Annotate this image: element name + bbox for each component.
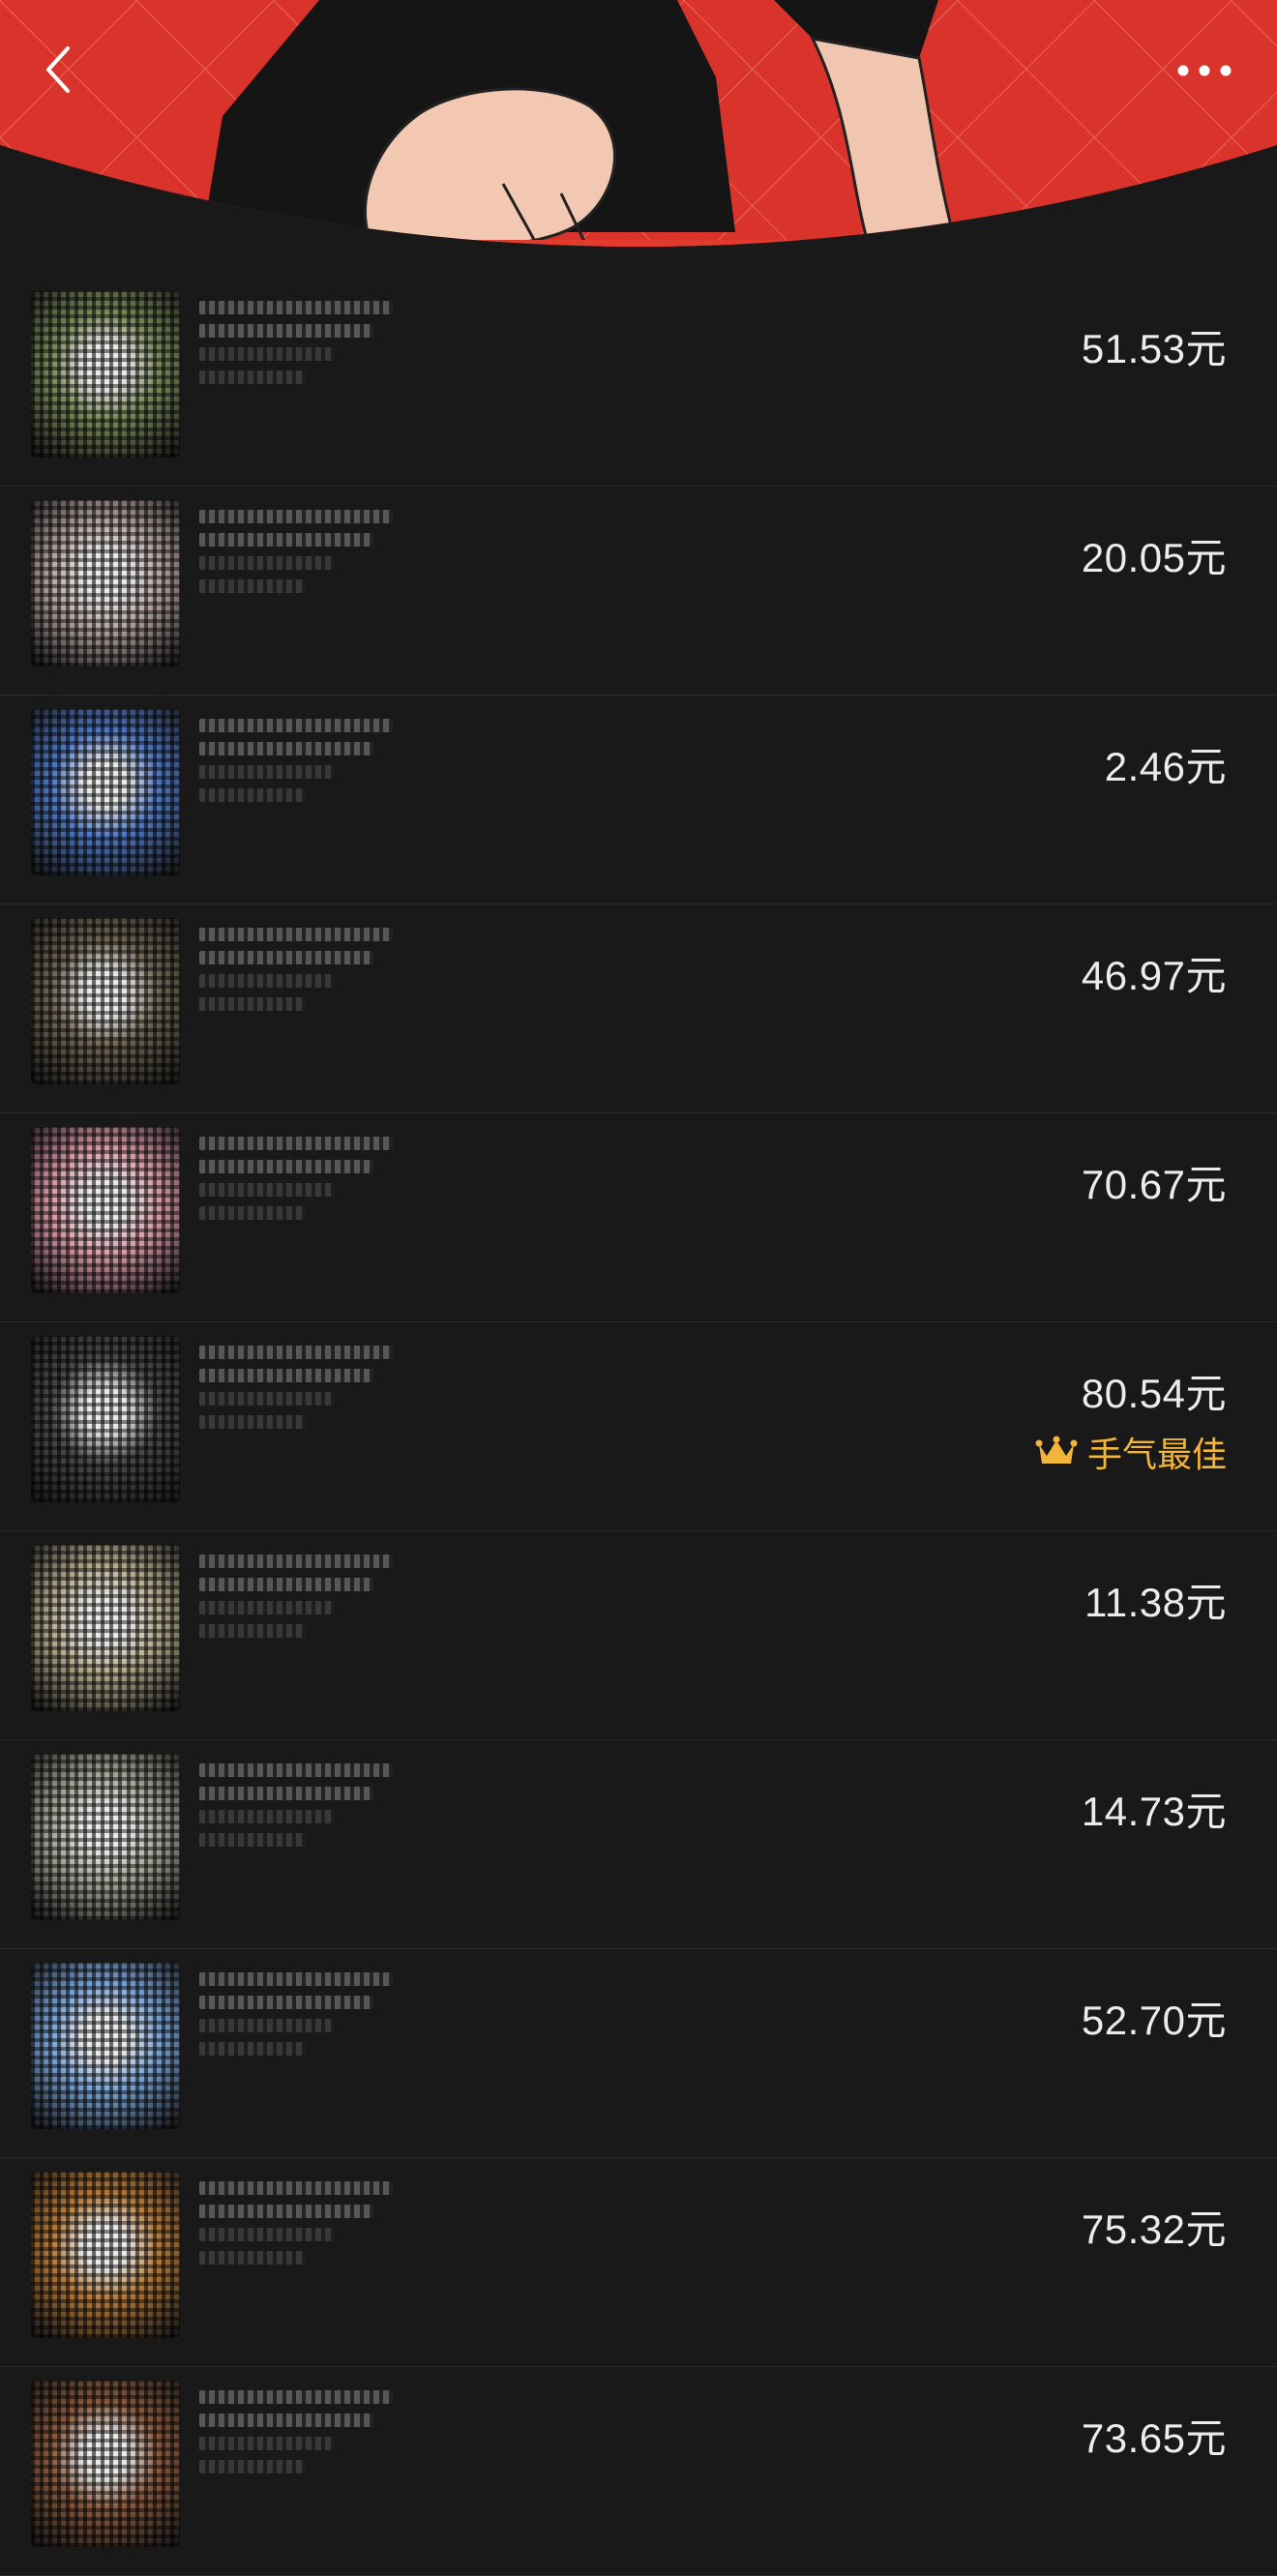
nickname-blur-line [199,1137,393,1150]
avatar[interactable] [31,291,180,458]
amount-text: 70.67元 [1081,1162,1227,1207]
cover-illustration [0,0,1277,271]
avatar[interactable] [31,709,180,875]
nickname-blur-line [199,1787,373,1800]
amount-text: 11.38元 [1084,1580,1227,1625]
nickname-blur-line [199,2251,306,2265]
nickname-blur-line [199,1601,335,1614]
record-row[interactable]: 51.53元 [0,278,1277,487]
chevron-left-icon [29,35,91,104]
nickname-blur-line [199,2019,335,2032]
nickname-blur-line [199,2042,306,2056]
best-luck-badge: 手气最佳 [1035,1427,1227,1477]
avatar[interactable] [31,500,180,666]
avatar[interactable] [31,1336,180,1502]
amount-text: 51.53元 [1081,326,1227,371]
amount-text: 80.54元 [1081,1371,1227,1416]
nickname-redacted [199,2390,402,2483]
record-row[interactable]: 52.70元 [0,1949,1277,2158]
best-luck-label: 手气最佳 [1086,1435,1227,1474]
record-row[interactable]: 11.38元 [0,1531,1277,1740]
nickname-blur-line [199,1578,373,1591]
nickname-blur-line [199,997,306,1011]
cover-header [0,0,1277,271]
nickname-blur-line [199,1810,335,1823]
red-packet-record-list: 51.53元 20.05元 2.46元 46.97元 70.67元 80.54元手气最佳 1… [0,278,1277,2576]
nickname-blur-line [199,324,373,338]
amount-text: 14.73元 [1081,1789,1227,1834]
nickname-blur-line [199,1624,306,1638]
nickname-blur-line [199,974,335,988]
nickname-blur-line [199,2437,335,2450]
nickname-blur-line [199,579,306,593]
nickname-blur-line [199,1972,393,1986]
record-row[interactable]: 20.05元 [0,487,1277,696]
nickname-blur-line [199,510,393,523]
nickname-redacted [199,1346,402,1438]
nickname-redacted [199,1763,402,1856]
nickname-blur-line [199,719,393,732]
avatar[interactable] [31,1127,180,1293]
record-row[interactable]: 73.65元 [0,2367,1277,2576]
nickname-blur-line [199,1554,393,1568]
nickname-blur-line [199,742,373,755]
nickname-blur-line [199,533,373,547]
nickname-blur-line [199,1160,373,1173]
nickname-blur-line [199,1346,393,1359]
nickname-blur-line [199,1763,393,1777]
more-dots-icon [1171,46,1238,95]
nickname-blur-line [199,928,393,941]
nickname-blur-line [199,1996,373,2009]
more-button[interactable] [1171,46,1238,95]
nickname-redacted [199,510,402,603]
record-row[interactable]: 14.73元 [0,1740,1277,1949]
nickname-blur-line [199,2181,393,2195]
nickname-blur-line [199,1392,335,1406]
nickname-redacted [199,301,402,394]
amount-text: 52.70元 [1081,1998,1227,2043]
nickname-blur-line [199,2228,335,2241]
avatar[interactable] [31,1754,180,1920]
record-row[interactable]: 46.97元 [0,904,1277,1113]
amount-text: 75.32元 [1081,2206,1227,2252]
avatar[interactable] [31,2381,180,2547]
record-row[interactable]: 80.54元手气最佳 [0,1322,1277,1531]
nickname-blur-line [199,1206,306,1220]
nickname-blur-line [199,370,306,384]
nickname-blur-line [199,301,393,314]
record-row[interactable]: 70.67元 [0,1113,1277,1322]
nickname-redacted [199,1137,402,1229]
nickname-redacted [199,2181,402,2274]
nickname-redacted [199,928,402,1021]
amount-text: 73.65元 [1081,2415,1227,2461]
nickname-blur-line [199,951,373,964]
nickname-blur-line [199,2460,306,2473]
back-button[interactable] [29,35,91,104]
nickname-blur-line [199,1415,306,1429]
nickname-blur-line [199,2390,393,2404]
amount-text: 2.46元 [1104,744,1227,789]
nickname-blur-line [199,788,306,802]
nickname-blur-line [199,556,335,570]
avatar[interactable] [31,1545,180,1711]
nickname-blur-line [199,1183,335,1197]
avatar[interactable] [31,2172,180,2338]
crown-icon [1035,1435,1078,1469]
nickname-redacted [199,1972,402,2065]
nickname-blur-line [199,347,335,361]
nickname-blur-line [199,1369,373,1382]
nickname-blur-line [199,1833,306,1847]
amount-text: 20.05元 [1081,535,1227,580]
nickname-blur-line [199,765,335,779]
nickname-redacted [199,719,402,812]
amount-text: 46.97元 [1081,953,1227,998]
nickname-blur-line [199,2413,373,2427]
record-row[interactable]: 2.46元 [0,696,1277,904]
avatar[interactable] [31,918,180,1084]
record-row[interactable]: 75.32元 [0,2158,1277,2367]
nickname-blur-line [199,2205,373,2218]
nickname-redacted [199,1554,402,1647]
avatar[interactable] [31,1963,180,2129]
